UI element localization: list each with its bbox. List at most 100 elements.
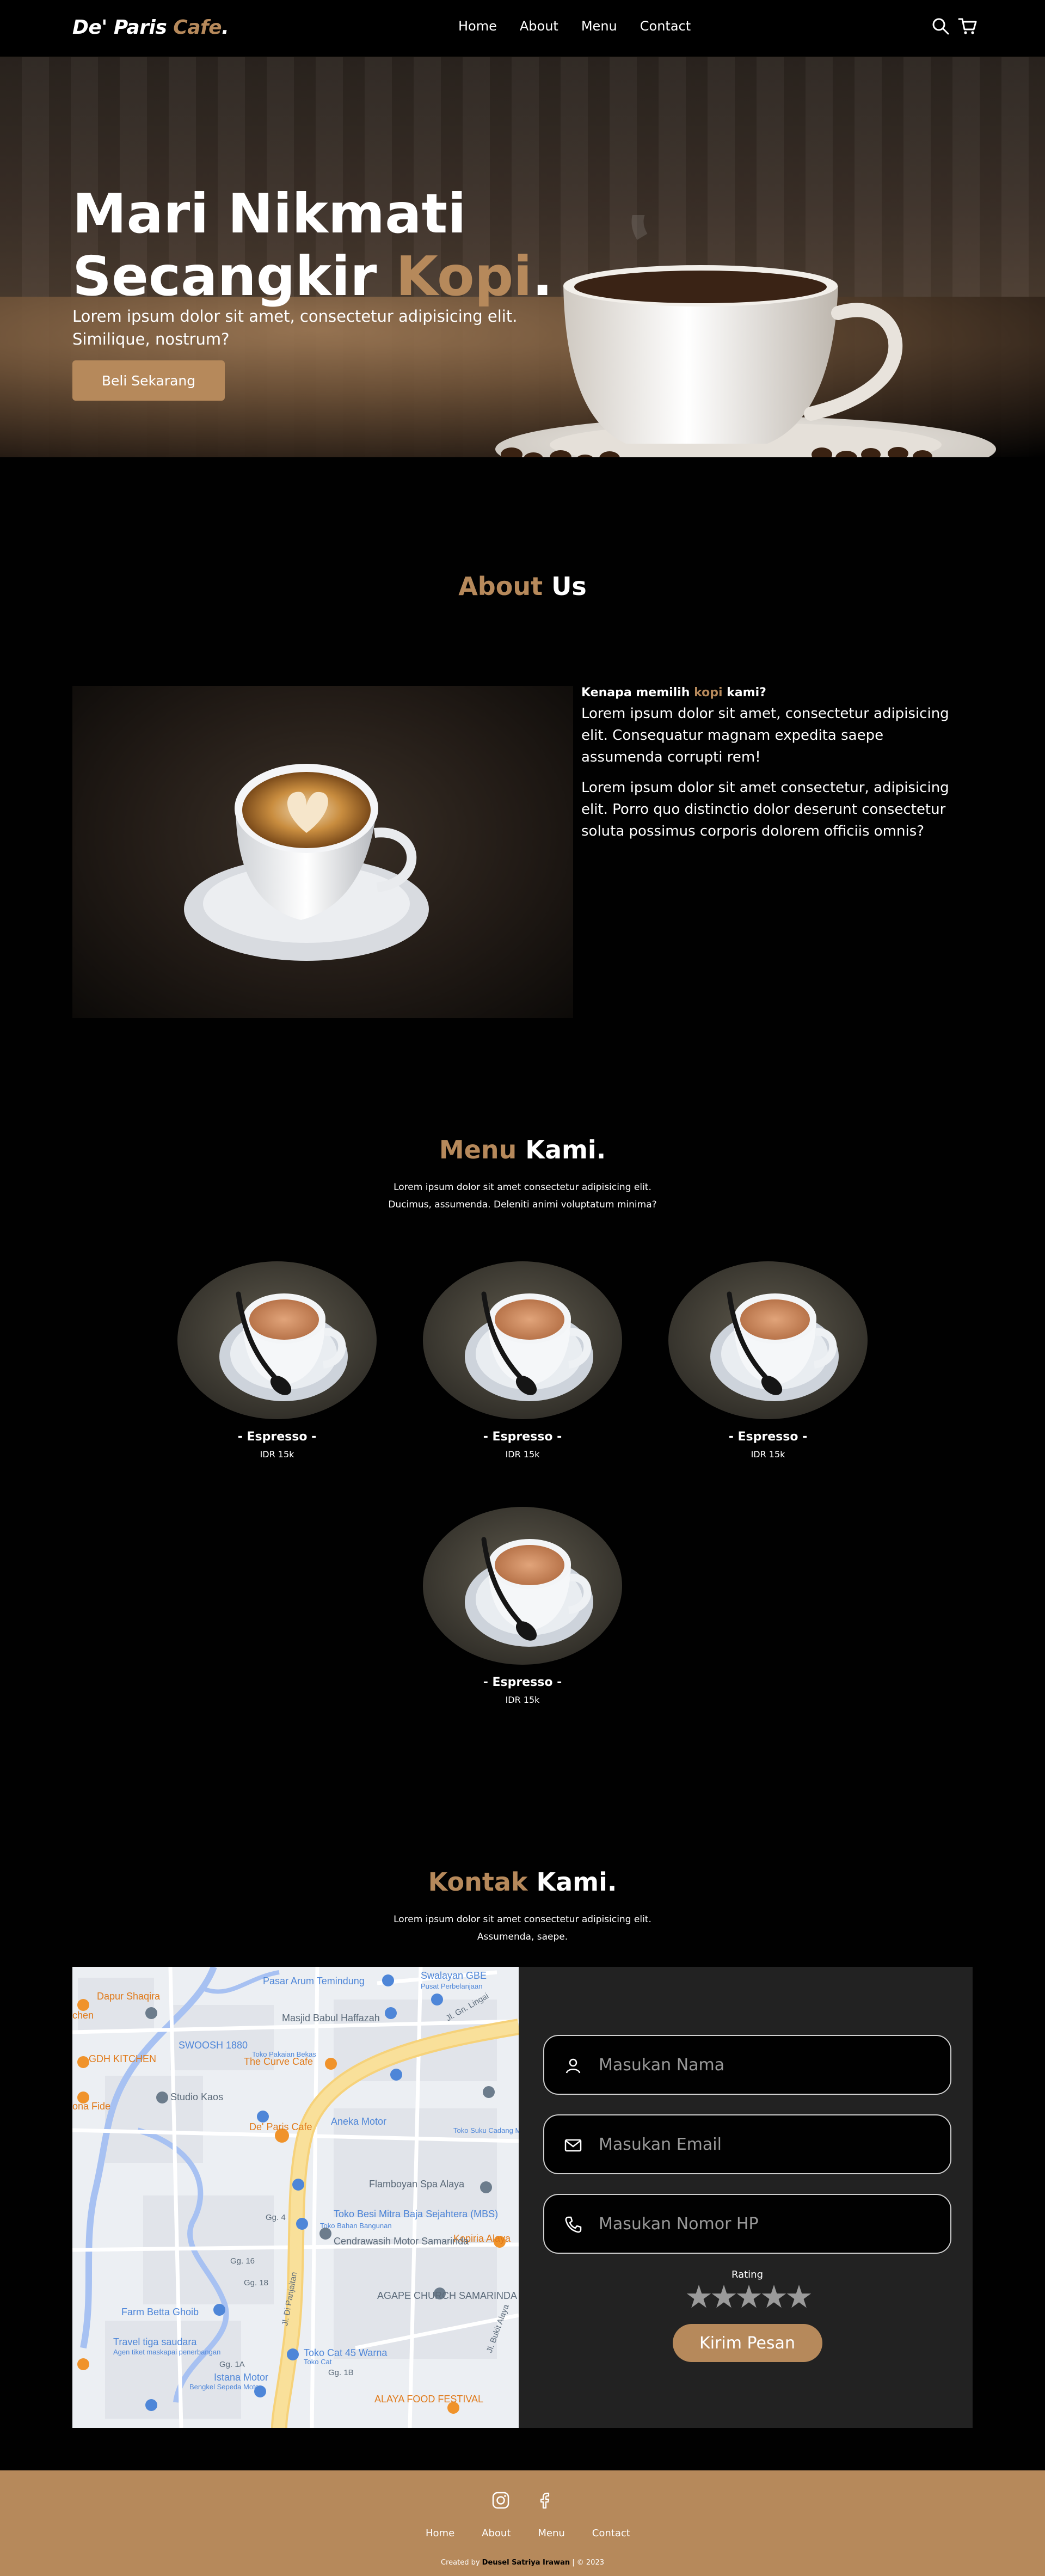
footer-social-icons	[491, 2491, 555, 2512]
navbar: De' Paris Cafe. Home About Menu Contact	[0, 0, 1045, 57]
phone-field	[543, 2194, 951, 2254]
menu-card[interactable]: - Espresso - IDR 15k	[668, 1261, 868, 1459]
footer-link-home[interactable]: Home	[426, 2528, 454, 2539]
map-label: Toko Besi Mitra Baja Sejahtera (MBS)	[334, 2209, 498, 2219]
send-message-button[interactable]: Kirim Pesan	[672, 2324, 822, 2362]
phone-icon	[564, 2216, 582, 2234]
footer-link-about[interactable]: About	[482, 2528, 511, 2539]
footer-link-menu[interactable]: Menu	[538, 2528, 564, 2539]
hero-title-line2: Secangkir	[72, 244, 396, 308]
hero-title-accent: Kopi	[396, 244, 532, 308]
map-label: The Curve Cafe	[244, 2056, 313, 2067]
cart-icon[interactable]	[958, 16, 978, 36]
footer: Home About Menu Contact Created by Deuse…	[0, 2470, 1045, 2576]
map-label: Swalayan GBE	[421, 1970, 487, 1981]
menu-subtitle: Lorem ipsum dolor sit amet consectetur a…	[0, 1179, 1045, 1213]
nav-icons	[931, 16, 978, 36]
about-title-accent: About	[458, 572, 543, 601]
menu-item-name: - Espresso -	[483, 1430, 562, 1444]
espresso-image	[668, 1261, 868, 1419]
map-label: Gg. 18	[244, 2278, 268, 2287]
map-label: Agen tiket maskapai penerbangan	[113, 2348, 220, 2356]
about-text: Kenapa memilih kopi kami? Lorem ipsum do…	[581, 686, 962, 851]
map-label: De' Paris Cafe	[249, 2121, 312, 2132]
about-heading-post: kami?	[722, 686, 766, 700]
map-label: Toko Cat 45 Warna	[304, 2347, 388, 2358]
about-latte-image	[72, 686, 573, 1018]
map-label: SWOOSH 1880	[179, 2040, 248, 2051]
contact-panel: Pasar Arum Temindung Swalayan GBE SWOOSH…	[72, 1967, 973, 2428]
menu-item-name: - Espresso -	[728, 1430, 808, 1444]
map-label: Studio Kaos	[170, 2092, 223, 2102]
rating-stars[interactable]: ★★★★★	[543, 2280, 951, 2313]
menu-title-rest: Kami.	[517, 1135, 606, 1164]
contact-title-accent: Kontak	[428, 1867, 528, 1897]
map-label: AGAPE CHURCH SAMARINDA ALAYA	[377, 2290, 519, 2301]
map-label: Masjid Babul Haffazah	[282, 2013, 380, 2023]
map-label: Gg. 16	[230, 2256, 255, 2266]
phone-input[interactable]	[599, 2195, 936, 2253]
footer-link-contact[interactable]: Contact	[592, 2528, 630, 2539]
menu-item-price: IDR 15k	[260, 1449, 294, 1459]
credit-author: Deusel Satriya Irawan	[482, 2559, 570, 2567]
menu-item-price: IDR 15k	[751, 1449, 785, 1459]
hero-title: Mari Nikmati Secangkir Kopi.	[72, 182, 553, 308]
espresso-image	[177, 1261, 377, 1419]
brand-logo[interactable]: De' Paris Cafe.	[72, 16, 229, 39]
menu-subtitle-line2: Ducimus, assumenda. Deleniti animi volup…	[388, 1199, 657, 1210]
about-paragraph-2: Lorem ipsum dolor sit amet consectetur, …	[581, 780, 949, 839]
name-input[interactable]	[599, 2036, 936, 2094]
nav-link-about[interactable]: About	[520, 19, 558, 34]
email-input[interactable]	[599, 2115, 936, 2173]
map-label: Cendrawasih Motor Samarinda	[334, 2236, 469, 2247]
map-label: Flamboyan Spa Alaya	[369, 2179, 465, 2189]
menu-item-price: IDR 15k	[505, 1695, 540, 1705]
menu-card[interactable]: - Espresso - IDR 15k	[177, 1261, 377, 1459]
map-label: Pusat Perbelanjaan	[421, 1982, 482, 1990]
contact-subtitle-line2: Assumenda, saepe.	[477, 1931, 568, 1942]
map-label: Bengkel Sepeda Motor	[189, 2383, 262, 2391]
footer-credit: Created by Deusel Satriya Irawan | © 202…	[0, 2559, 1045, 2567]
buy-now-button[interactable]: Beli Sekarang	[72, 360, 225, 401]
facebook-icon[interactable]	[536, 2491, 555, 2512]
menu-subtitle-line1: Lorem ipsum dolor sit amet consectetur a…	[394, 1182, 651, 1193]
map-label: Toko Cat	[304, 2358, 332, 2366]
nav-link-menu[interactable]: Menu	[581, 19, 617, 34]
menu-card[interactable]: - Espresso - IDR 15k	[423, 1261, 622, 1459]
credit-prefix: Created by	[441, 2559, 482, 2567]
hero-title-dot: .	[532, 244, 553, 308]
map-label: Istana Motor	[214, 2372, 268, 2383]
contact-title: Kontak Kami.	[0, 1867, 1045, 1897]
about-heading-accent: kopi	[694, 686, 723, 700]
menu-item-name: - Espresso -	[237, 1430, 317, 1444]
nav-links: Home About Menu Contact	[458, 19, 691, 34]
nav-link-home[interactable]: Home	[458, 19, 497, 34]
menu-card[interactable]: - Espresso - IDR 15k	[423, 1507, 622, 1705]
menu-title-accent: Menu	[439, 1135, 517, 1164]
espresso-image	[423, 1507, 622, 1665]
map-label: GDH KITCHEN	[89, 2053, 156, 2064]
contact-subtitle: Lorem ipsum dolor sit amet consectetur a…	[0, 1911, 1045, 1946]
about-heading-pre: Kenapa memilih	[581, 686, 694, 700]
map-label: Toko Bahan Bangunan	[320, 2222, 392, 2230]
about-title: About Us	[0, 572, 1045, 601]
footer-links: Home About Menu Contact	[426, 2528, 630, 2539]
map-label: Aneka Motor	[331, 2116, 386, 2127]
menu-item-price: IDR 15k	[505, 1449, 540, 1459]
location-map[interactable]: Pasar Arum Temindung Swalayan GBE SWOOSH…	[72, 1967, 519, 2428]
menu-item-name: - Espresso -	[483, 1676, 562, 1689]
search-icon[interactable]	[931, 16, 950, 36]
menu-title: Menu Kami.	[0, 1135, 1045, 1164]
nav-link-contact[interactable]: Contact	[640, 19, 691, 34]
mail-icon	[564, 2136, 582, 2155]
map-label: Gg. 1B	[328, 2368, 354, 2377]
brand-dot: .	[222, 16, 229, 39]
map-label: ALAYA FOOD FESTIVAL	[374, 2394, 483, 2405]
map-label: Travel tiga saudara	[113, 2336, 197, 2347]
espresso-image	[423, 1261, 622, 1419]
map-label: Gg. 1A	[219, 2360, 245, 2369]
contact-title-rest: Kami.	[527, 1867, 617, 1897]
instagram-icon[interactable]	[491, 2491, 510, 2512]
brand-accent: Cafe	[173, 16, 222, 39]
user-icon	[564, 2057, 582, 2075]
